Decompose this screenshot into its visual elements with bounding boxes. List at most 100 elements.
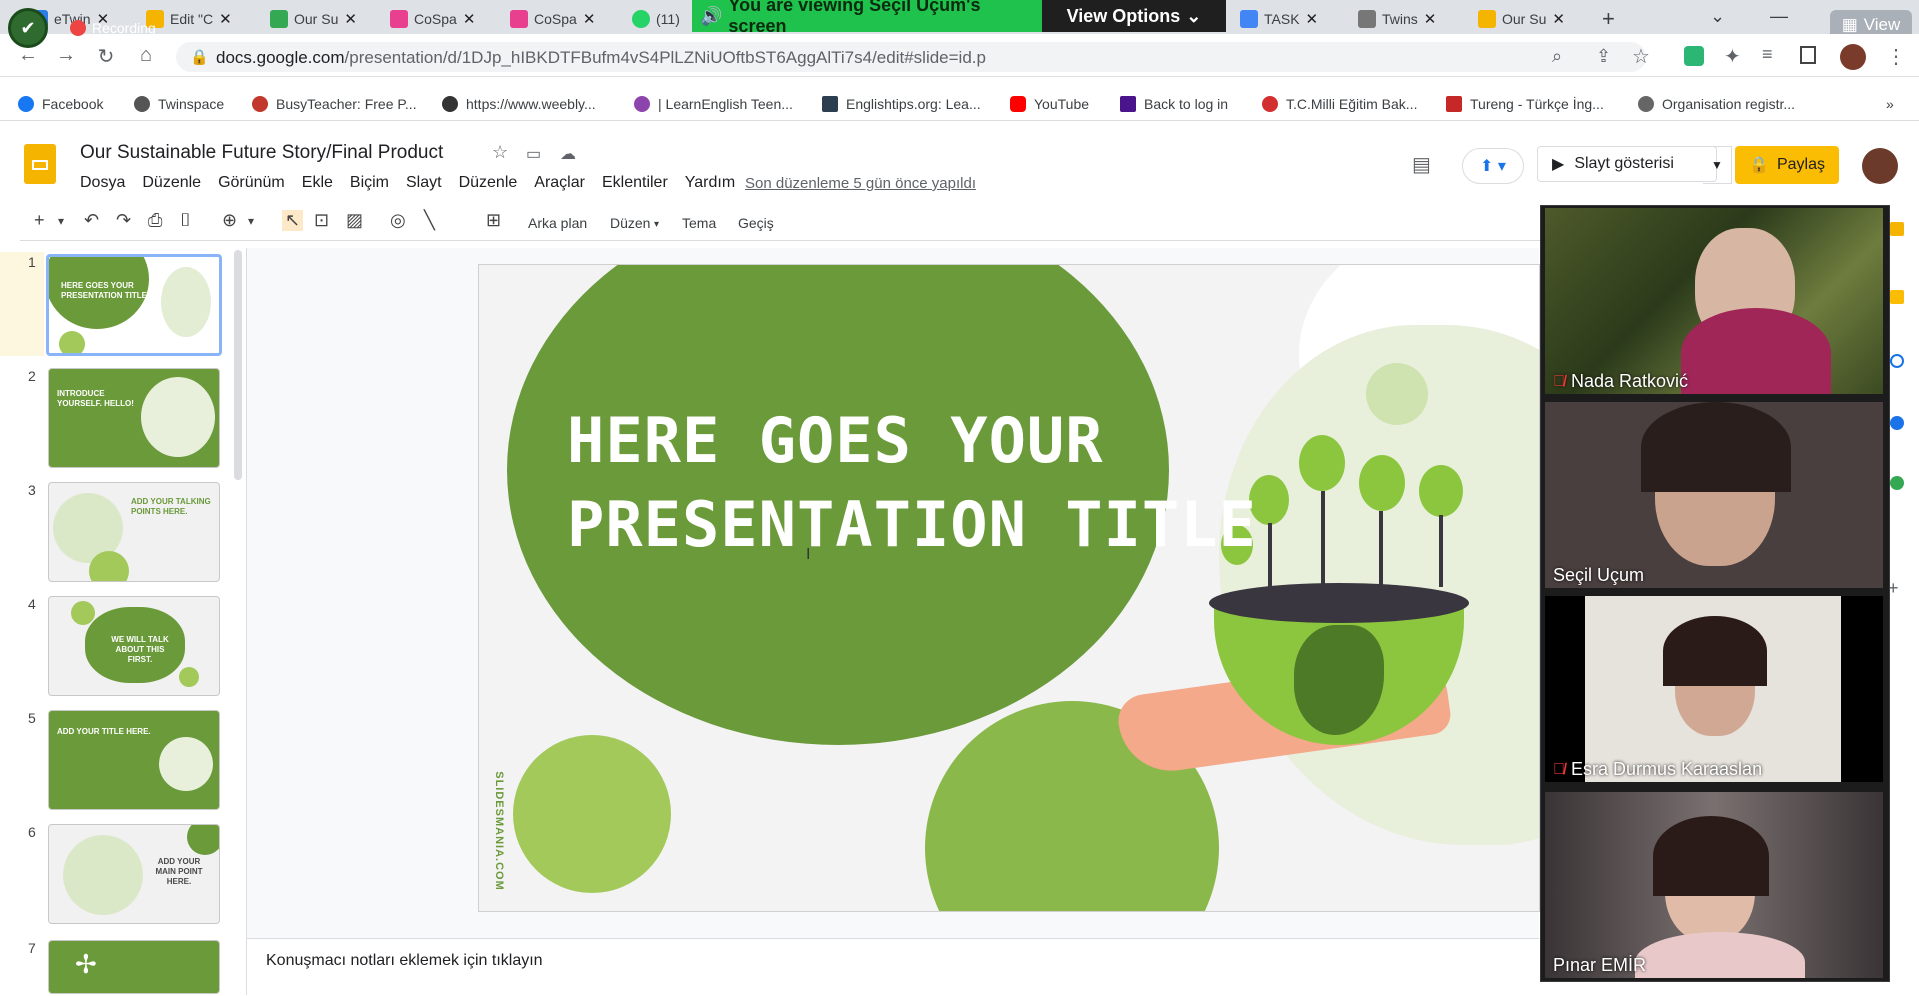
select-cursor-icon[interactable]: ↖ (282, 210, 304, 231)
bookmark-item[interactable]: Back to log in (1120, 96, 1228, 112)
speaker-notes-placeholder[interactable]: Konuşmacı notları eklemek için tıklayın (266, 952, 543, 970)
menu-insert[interactable]: Ekle (302, 174, 333, 192)
undo-icon[interactable]: ↶ (84, 210, 99, 231)
menu-help[interactable]: Yardım (685, 174, 735, 192)
bookmark-item[interactable]: https://www.weebly... (442, 96, 596, 112)
tab-search-chevron-icon[interactable]: ⌄ (1710, 6, 1725, 27)
layout-button[interactable]: Düzen (610, 215, 650, 231)
lock-icon[interactable]: 🔒 (190, 48, 209, 66)
menu-addons[interactable]: Eklentiler (602, 174, 668, 192)
keep-side-icon[interactable] (1890, 222, 1904, 236)
browser-tab[interactable]: Twins ✕ (1358, 4, 1436, 34)
filmstrip-scrollbar[interactable] (234, 250, 242, 480)
side-panel-icon[interactable] (1800, 46, 1816, 64)
zoom-chevron-icon[interactable]: ▾ (248, 214, 254, 228)
browser-menu-icon[interactable]: ⋮ (1886, 44, 1906, 69)
slide-thumbnail[interactable]: INTRODUCE YOURSELF. HELLO! (48, 368, 220, 468)
new-tab-button[interactable]: + (1602, 6, 1615, 32)
browser-tab[interactable]: TASK ✕ (1240, 4, 1318, 34)
slide-thumbnail[interactable]: ADD YOUR MAIN POINT HERE. (48, 824, 220, 924)
slide-title[interactable]: HERE GOES YOUR PRESENTATION TITLE (567, 399, 1257, 567)
redo-icon[interactable]: ↷ (116, 210, 131, 231)
home-icon[interactable]: ⌂ (132, 44, 160, 67)
comment-add-icon[interactable]: ⊞ (486, 210, 501, 231)
maps-side-icon[interactable] (1890, 476, 1904, 490)
menu-file[interactable]: Dosya (80, 174, 125, 192)
comments-icon[interactable]: ▤ (1412, 152, 1431, 177)
close-tab-icon[interactable]: ✕ (344, 10, 357, 28)
reading-list-icon[interactable]: ≡ (1762, 44, 1773, 65)
participant-tile[interactable]: Pınar EMİR (1545, 792, 1883, 978)
move-folder-icon[interactable]: ▭ (526, 144, 541, 164)
browser-tab-active[interactable]: Our Su ✕ (1478, 4, 1565, 34)
bookmark-item[interactable]: | LearnEnglish Teen... (634, 96, 793, 112)
account-avatar[interactable] (1862, 148, 1898, 184)
extensions-puzzle-icon[interactable]: ✦ (1724, 44, 1741, 69)
browser-tab[interactable]: (11) (632, 4, 680, 34)
bookmark-item[interactable]: BusyTeacher: Free P... (252, 96, 417, 112)
calendar-side-icon[interactable] (1890, 290, 1904, 304)
image-icon[interactable]: ▨ (346, 210, 363, 231)
bookmark-star-icon[interactable]: ☆ (1632, 44, 1650, 69)
close-tab-icon[interactable]: ✕ (219, 10, 232, 28)
slides-logo-icon[interactable] (24, 144, 56, 184)
line-icon[interactable]: ╲ (424, 210, 435, 231)
browser-tab[interactable]: Edit "C ✕ (146, 4, 232, 34)
theme-button[interactable]: Tema (682, 215, 716, 231)
shape-icon[interactable]: ◎ (390, 210, 406, 231)
zoom-in-icon[interactable]: ⊕ (222, 210, 237, 231)
browser-tab[interactable]: CoSpa ✕ (390, 4, 475, 34)
slide-thumbnail[interactable]: ADD YOUR TITLE HERE. (48, 710, 220, 810)
view-options-button[interactable]: View Options ⌄ (1042, 0, 1226, 32)
reload-icon[interactable]: ↻ (92, 44, 120, 69)
bookmark-item[interactable]: Twinspace (134, 96, 224, 112)
browser-tab[interactable]: Our Su ✕ (270, 4, 357, 34)
menu-tools[interactable]: Araçlar (534, 174, 585, 192)
present-upload-button[interactable]: ⬆ ▾ (1462, 148, 1524, 184)
share-button[interactable]: 🔒 Paylaş (1735, 146, 1839, 184)
bookmark-item[interactable]: Englishtips.org: Lea... (822, 96, 981, 112)
slide-thumbnail[interactable]: ADD YOUR TALKING POINTS HERE. (48, 482, 220, 582)
menu-view[interactable]: Görünüm (218, 174, 285, 192)
close-tab-icon[interactable]: ✕ (1306, 10, 1319, 28)
participant-tile[interactable]: Seçil Uçum (1545, 402, 1883, 588)
last-edit-link[interactable]: Son düzenleme 5 gün önce yapıldı (745, 175, 976, 192)
slide-thumbnail[interactable]: HERE GOES YOUR PRESENTATION TITLE (46, 254, 222, 356)
close-tab-icon[interactable]: ✕ (583, 10, 596, 28)
menu-edit[interactable]: Düzenle (142, 174, 201, 192)
transition-button[interactable]: Geçiş (738, 215, 774, 231)
slide-thumbnail[interactable]: ✢ (48, 940, 220, 994)
slideshow-dropdown-icon[interactable]: ▼ (1703, 146, 1732, 184)
forward-arrow-icon[interactable]: → (52, 44, 80, 67)
browser-tab[interactable]: CoSpa ✕ (510, 4, 595, 34)
menu-format[interactable]: Biçim (350, 174, 389, 192)
new-slide-icon[interactable]: + (34, 210, 45, 231)
share-page-icon[interactable]: ⇪ (1596, 46, 1611, 67)
menu-slide[interactable]: Slayt (406, 174, 442, 192)
close-tab-icon[interactable]: ✕ (1424, 10, 1437, 28)
star-icon[interactable]: ☆ (492, 142, 508, 163)
url-text[interactable]: docs.google.com/presentation/d/1DJp_hIBK… (216, 48, 986, 68)
contacts-side-icon[interactable] (1890, 416, 1904, 430)
bookmark-item[interactable]: YouTube (1010, 96, 1089, 112)
participant-tile[interactable]: 🎙̸ Esra Durmus Karaaslan (1545, 596, 1883, 782)
bookmark-item[interactable]: Organisation registr... (1638, 96, 1795, 112)
cloud-status-icon[interactable]: ☁ (560, 144, 576, 164)
zoom-icon[interactable]: ⌕ (1552, 46, 1562, 67)
layout-chevron-icon[interactable]: ▾ (654, 219, 659, 230)
tasks-side-icon[interactable] (1890, 354, 1904, 368)
text-box-icon[interactable]: ⊡ (314, 210, 329, 231)
minimize-icon[interactable]: — (1770, 6, 1788, 27)
more-bookmarks-icon[interactable]: » (1886, 96, 1894, 112)
document-title[interactable]: Our Sustainable Future Story/Final Produ… (80, 142, 443, 164)
slideshow-button[interactable]: ▶ Slayt gösterisi (1537, 146, 1717, 182)
bookmark-item[interactable]: Facebook (18, 96, 103, 112)
main-slide[interactable]: HERE GOES YOUR PRESENTATION TITLE SLIDES… (478, 264, 1540, 912)
grammarly-extension-icon[interactable] (1684, 46, 1704, 66)
print-icon[interactable]: ⎙ (148, 210, 162, 231)
bookmark-item[interactable]: Tureng - Türkçe İng... (1446, 96, 1604, 112)
profile-avatar[interactable] (1840, 44, 1866, 70)
close-tab-icon[interactable]: ✕ (1552, 10, 1565, 28)
slide-thumbnail[interactable]: WE WILL TALK ABOUT THIS FIRST. (48, 596, 220, 696)
paint-format-icon[interactable]: ⌷ (180, 210, 191, 231)
